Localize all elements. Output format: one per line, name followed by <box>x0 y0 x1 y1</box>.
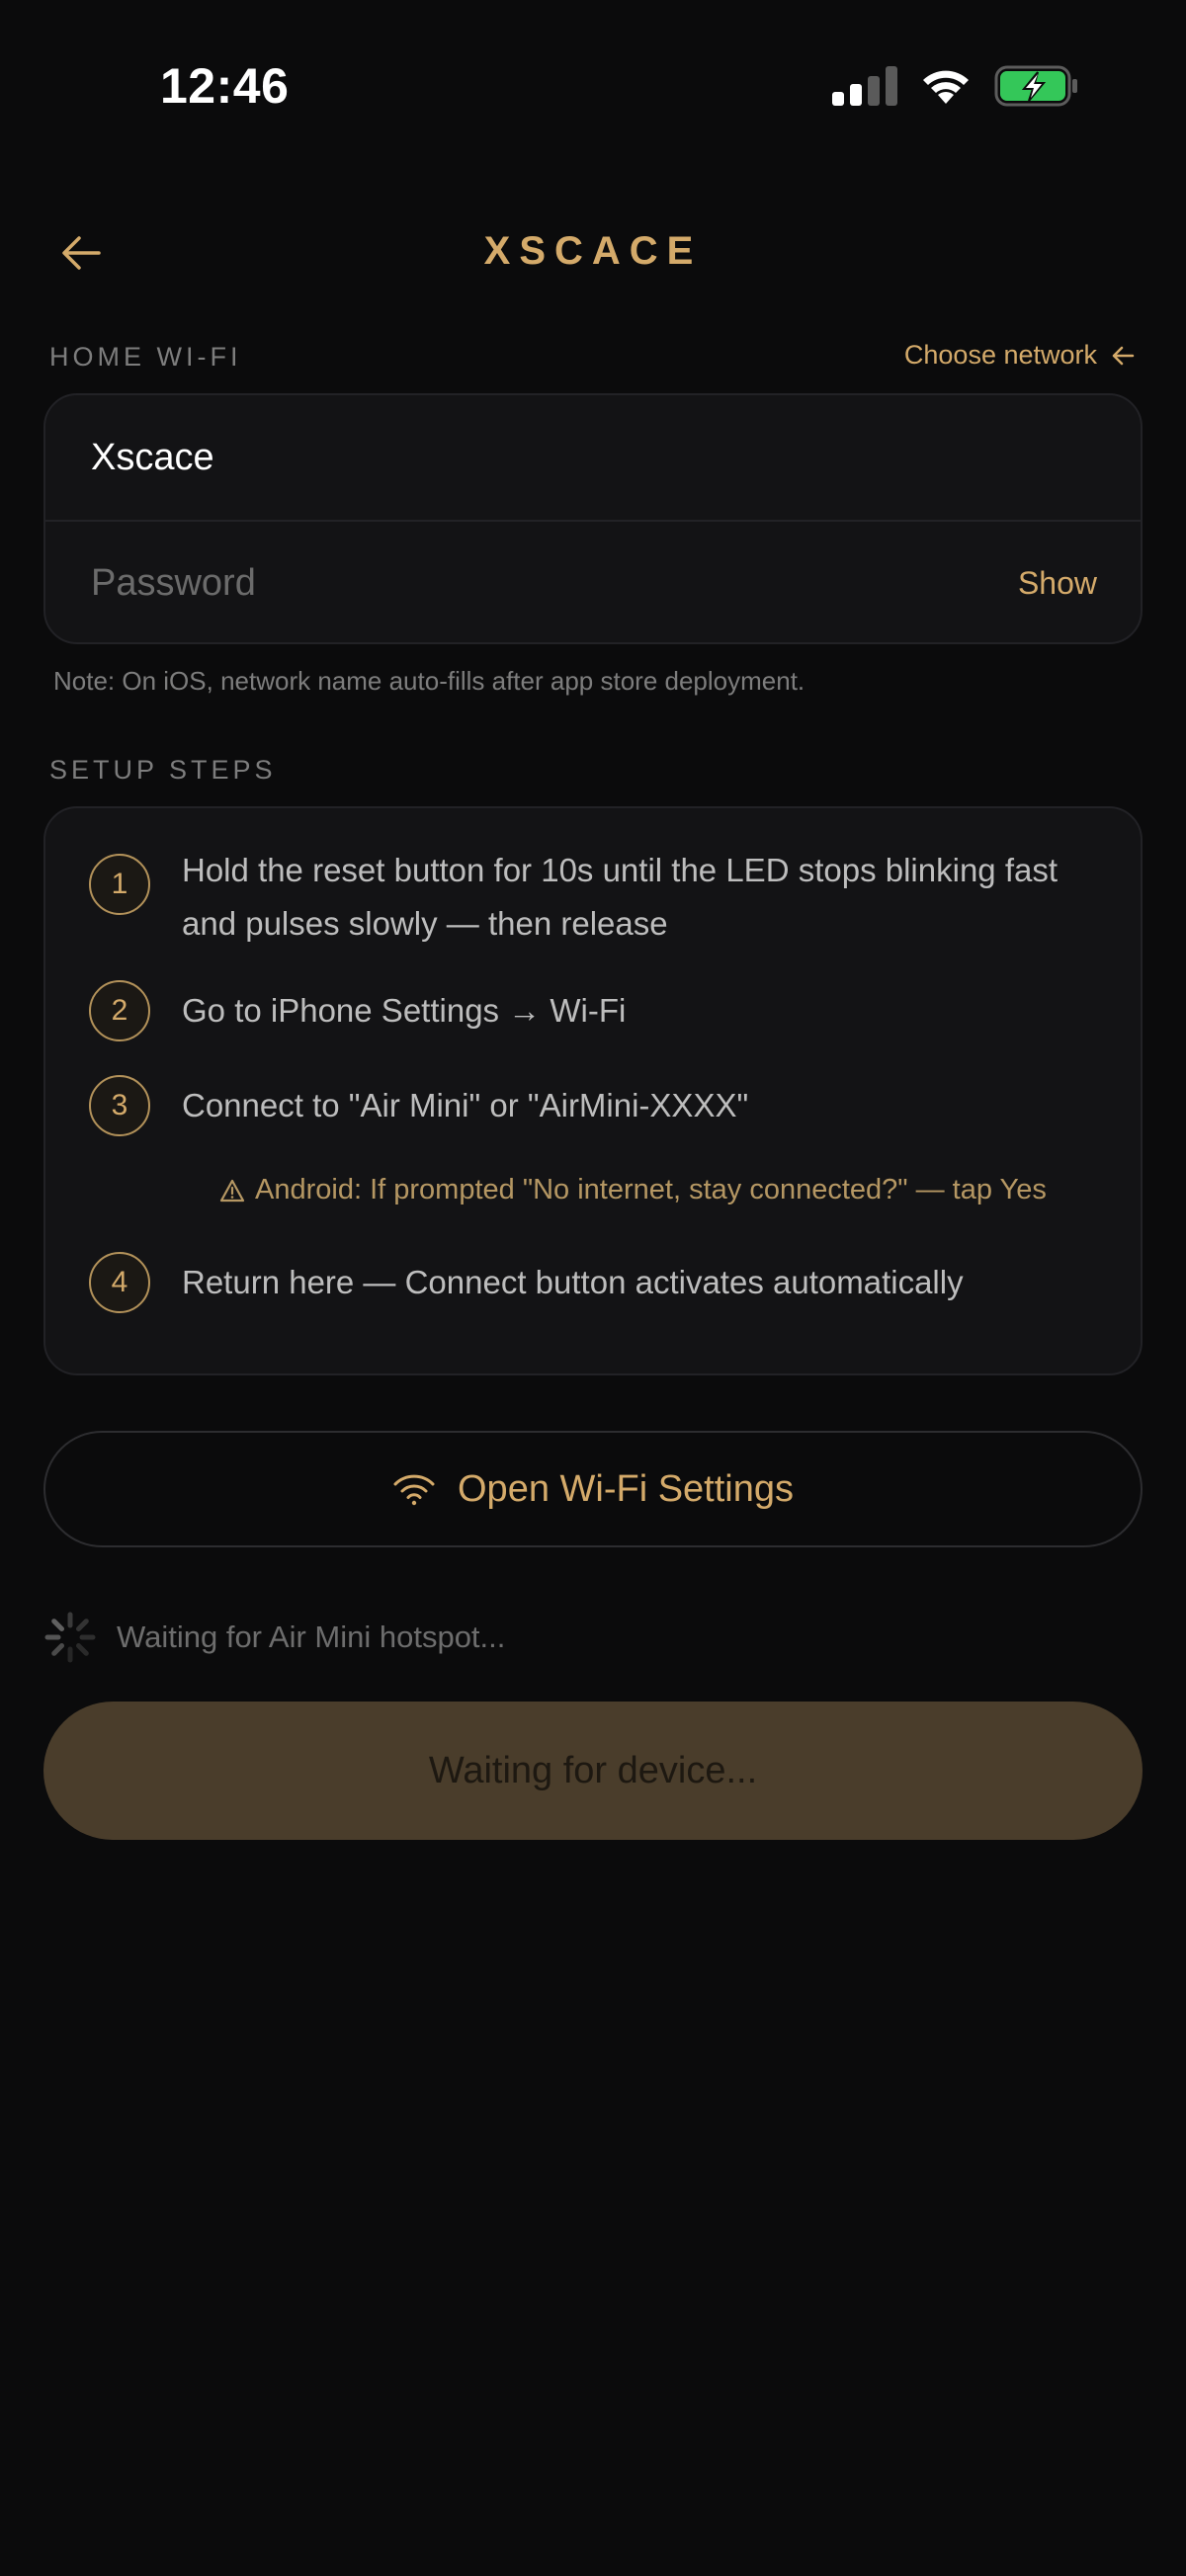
setup-steps-label: SETUP STEPS <box>49 755 277 785</box>
choose-network-label: Choose network <box>903 340 1097 370</box>
setup-step: 1 Hold the reset button for 10s until th… <box>45 852 1141 951</box>
android-warning-text: Android: If prompted "No internet, stay … <box>255 1174 1047 1205</box>
wifi-credentials-card: Xscace Show <box>43 393 1143 644</box>
status-time: 12:46 <box>160 58 290 114</box>
wifi-setup-screen: 12:46 XSCACE HOME WI-FI Choose network X… <box>0 0 1186 2576</box>
step-text: Hold the reset button for 10s until the … <box>182 852 1059 942</box>
step-number-badge: 3 <box>89 1075 150 1136</box>
step-number-badge: 4 <box>89 1252 150 1313</box>
password-input[interactable] <box>91 561 882 605</box>
network-name-value: Xscace <box>91 436 214 478</box>
step-text: Return here — Connect button activates a… <box>182 1264 964 1300</box>
cellular-signal-icon <box>832 66 897 106</box>
waiting-status-text: Waiting for Air Mini hotspot... <box>117 1620 506 1654</box>
spinner-icon <box>44 1612 96 1663</box>
step-text: Connect to "Air Mini" or "AirMini-XXXX" <box>182 1087 749 1123</box>
step-number-badge: 1 <box>89 854 150 915</box>
open-wifi-settings-label: Open Wi-Fi Settings <box>458 1467 794 1510</box>
step-number-badge: 2 <box>89 980 150 1041</box>
home-wifi-label: HOME WI-FI <box>49 342 242 372</box>
network-name-field[interactable]: Xscace <box>45 395 1141 520</box>
android-warning: Android: If prompted "No internet, stay … <box>219 1174 1141 1206</box>
open-wifi-settings-button[interactable]: Open Wi-Fi Settings <box>43 1431 1143 1547</box>
arrow-left-icon <box>1112 346 1135 365</box>
choose-network-button[interactable]: Choose network <box>904 340 1135 371</box>
wifi-icon <box>393 1474 435 1506</box>
setup-step: 3 Connect to "Air Mini" or "AirMini-XXXX… <box>45 1075 1141 1136</box>
battery-charging-icon <box>994 65 1077 107</box>
ios-note: Note: On iOS, network name auto-fills af… <box>53 666 805 696</box>
waiting-status: Waiting for Air Mini hotspot... <box>43 1611 505 1664</box>
wifi-icon <box>923 70 969 104</box>
setup-steps-card: 1 Hold the reset button for 10s until th… <box>43 806 1143 1375</box>
warning-icon <box>219 1179 245 1202</box>
connect-button-label: Waiting for device... <box>428 1749 758 1791</box>
step-text: Go to iPhone Settings → Wi-Fi <box>182 992 627 1029</box>
setup-step: 2 Go to iPhone Settings → Wi-Fi <box>45 980 1141 1041</box>
show-password-button[interactable]: Show <box>1018 565 1097 602</box>
brand-logo: XSCACE <box>483 229 703 273</box>
setup-step: 4 Return here — Connect button activates… <box>45 1252 1141 1313</box>
status-icons <box>832 65 1079 107</box>
connect-button[interactable]: Waiting for device... <box>43 1702 1143 1840</box>
password-row: Show <box>45 520 1141 644</box>
